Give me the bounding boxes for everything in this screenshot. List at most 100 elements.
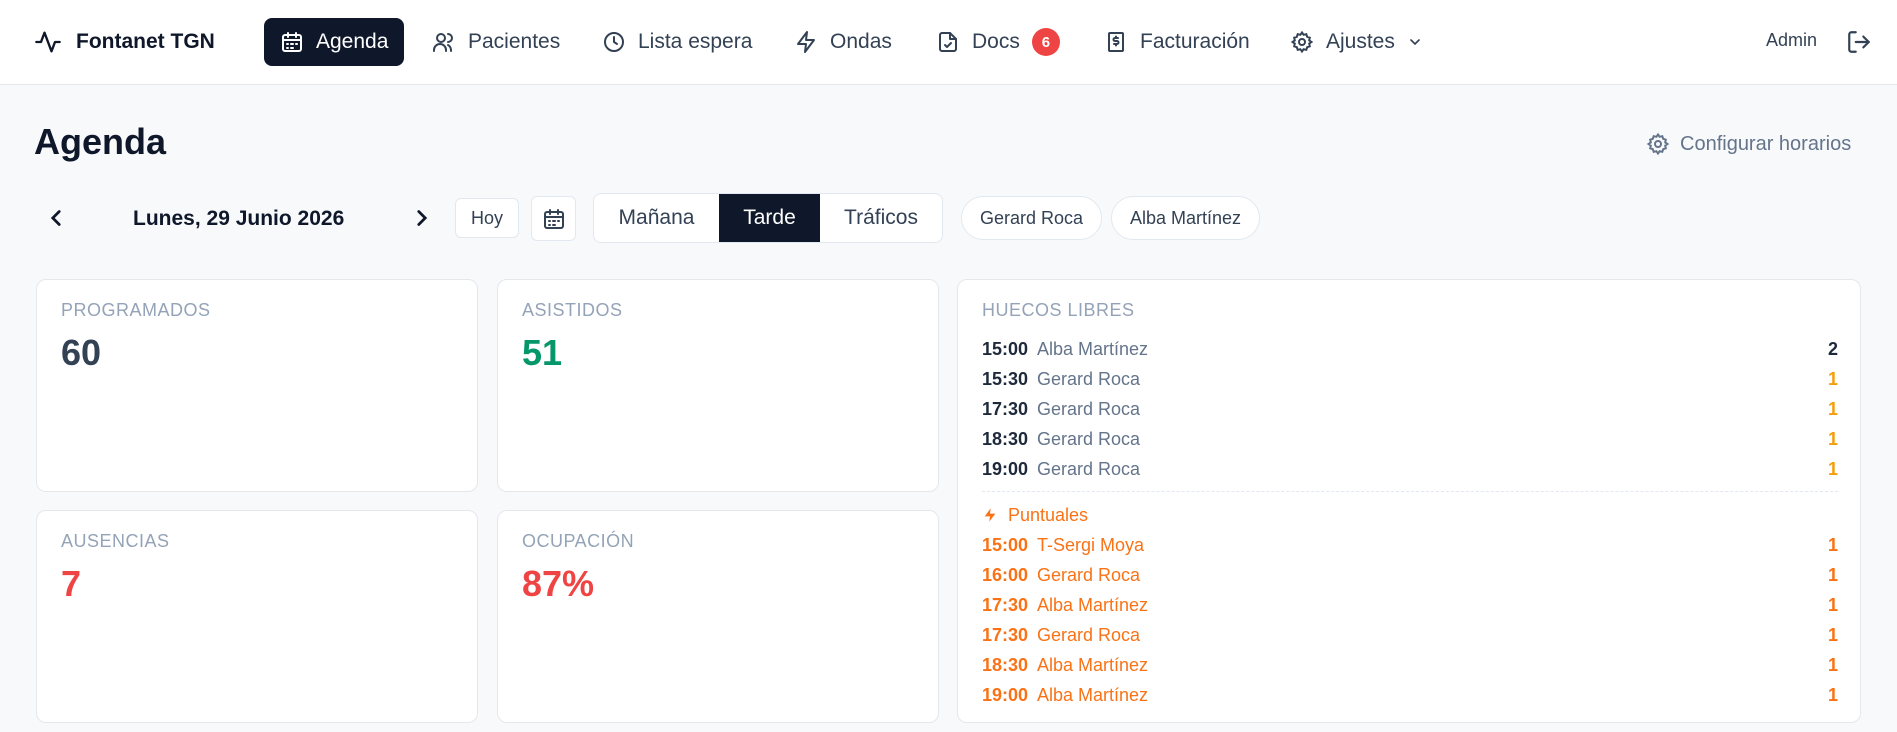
puntuales-header: Puntuales	[982, 500, 1088, 530]
slot-professional: Gerard Roca	[1037, 398, 1141, 419]
user-name[interactable]: Admin	[1766, 30, 1817, 51]
slot-professional: Alba Martínez	[1037, 594, 1149, 615]
configure-schedule-label: Configurar horarios	[1680, 132, 1852, 155]
shift-manana[interactable]: Mañana	[594, 194, 719, 242]
stat-value: 51	[522, 332, 563, 373]
users-icon	[433, 33, 453, 52]
shift-traficos[interactable]: Tráficos	[820, 194, 942, 242]
list-item[interactable]: 18:30 Alba Martínez 1	[982, 650, 1838, 680]
list-item[interactable]: 15:00 Alba Martínez 2	[982, 334, 1838, 364]
clock-icon	[604, 32, 624, 52]
calendar-icon	[282, 32, 302, 52]
shift-tarde[interactable]: Tarde	[719, 194, 820, 242]
stat-label: PROGRAMADOS	[61, 300, 211, 320]
nav-docs-label: Docs	[972, 30, 1020, 53]
brand[interactable]: Fontanet TGN	[34, 26, 215, 58]
chevron-down-icon	[1410, 39, 1420, 46]
slot-professional: Alba Martínez	[1037, 684, 1149, 705]
professional-filter-gerard-roca[interactable]: Gerard Roca	[961, 196, 1103, 240]
nav-ajustes[interactable]: Ajustes	[1274, 18, 1439, 66]
slot-time: 17:30	[982, 594, 1029, 615]
stat-label: AUSENCIAS	[61, 531, 170, 551]
date-picker-button[interactable]	[531, 196, 576, 241]
logout-icon[interactable]	[1846, 29, 1872, 55]
slot-count: 1	[1827, 654, 1838, 675]
stat-label: ASISTIDOS	[522, 300, 623, 320]
stat-value: 87%	[522, 563, 595, 604]
professional-filter-alba-martinez[interactable]: Alba Martínez	[1111, 196, 1261, 240]
slot-time: 17:30	[982, 624, 1029, 645]
free-slots-list: 15:00 Alba Martínez 2 15:30 Gerard Roca …	[982, 334, 1838, 484]
slot-time: 15:00	[982, 338, 1029, 359]
slot-time: 19:00	[982, 684, 1029, 705]
receipt-icon	[1108, 32, 1124, 52]
nav-facturacion[interactable]: Facturación	[1088, 18, 1266, 66]
today-button[interactable]: Hoy	[455, 198, 519, 238]
section-divider	[982, 491, 1838, 492]
page-title: Agenda	[34, 121, 167, 162]
nav-docs[interactable]: Docs 6	[920, 18, 1076, 66]
list-item[interactable]: 19:00 Gerard Roca 1	[982, 454, 1838, 484]
stat-card-asistidos: ASISTIDOS 51	[497, 279, 939, 492]
list-item[interactable]: 16:00 Gerard Roca 1	[982, 560, 1838, 590]
list-item[interactable]: 17:30 Gerard Roca 1	[982, 394, 1838, 424]
list-item[interactable]: 15:30 Gerard Roca 1	[982, 364, 1838, 394]
next-day-button[interactable]	[409, 205, 435, 231]
slot-professional: Gerard Roca	[1037, 428, 1141, 449]
nav-lista-espera[interactable]: Lista espera	[586, 18, 768, 66]
gear-icon	[1646, 132, 1670, 156]
nav-lista-espera-label: Lista espera	[638, 30, 753, 53]
nav-pacientes[interactable]: Pacientes	[416, 18, 576, 66]
nav-agenda-label: Agenda	[316, 30, 389, 53]
slot-count: 1	[1827, 458, 1838, 479]
nav-agenda[interactable]: Agenda	[264, 18, 405, 66]
list-item[interactable]: 17:30 Gerard Roca 1	[982, 620, 1838, 650]
nav-pacientes-label: Pacientes	[468, 30, 561, 53]
top-navigation: Fontanet TGN Agenda Pacientes Lista espe…	[0, 0, 1897, 85]
stat-card-programados: PROGRAMADOS 60	[36, 279, 478, 492]
slot-professional: Gerard Roca	[1037, 368, 1141, 389]
stat-label: OCUPACIÓN	[522, 531, 635, 551]
activity-icon	[35, 31, 61, 53]
puntuales-list: 15:00 T-Sergi Moya 1 16:00 Gerard Roca 1…	[982, 530, 1838, 710]
bolt-icon	[984, 508, 996, 522]
slot-professional: T-Sergi Moya	[1037, 534, 1145, 555]
list-item[interactable]: 15:00 T-Sergi Moya 1	[982, 530, 1838, 560]
slot-professional: Gerard Roca	[1037, 458, 1141, 479]
slot-count: 1	[1827, 594, 1838, 615]
slot-time: 18:30	[982, 428, 1029, 449]
slot-count: 1	[1827, 624, 1838, 645]
gear-icon	[1290, 30, 1314, 54]
slot-count: 2	[1827, 338, 1838, 359]
slot-count: 1	[1827, 428, 1838, 449]
bolt-icon	[797, 31, 815, 53]
slot-professional: Gerard Roca	[1037, 624, 1141, 645]
slot-count: 1	[1827, 564, 1838, 585]
configure-schedule-button[interactable]: Configurar horarios	[1646, 132, 1851, 156]
list-item[interactable]: 18:30 Gerard Roca 1	[982, 424, 1838, 454]
stat-value: 7	[61, 563, 82, 604]
file-check-icon	[939, 32, 957, 52]
list-item[interactable]: 19:00 Alba Martínez 1	[982, 680, 1838, 710]
list-item[interactable]: 17:30 Alba Martínez 1	[982, 590, 1838, 620]
previous-day-button[interactable]	[43, 205, 69, 231]
slot-time: 18:30	[982, 654, 1029, 675]
stat-card-ausencias: AUSENCIAS 7	[36, 510, 478, 723]
slot-count: 1	[1827, 684, 1838, 705]
stat-card-ocupacion: OCUPACIÓN 87%	[497, 510, 939, 723]
calendar-icon	[543, 208, 564, 229]
stat-value: 60	[61, 332, 102, 373]
current-date: Lunes, 29 Junio 2026	[133, 207, 345, 230]
brand-name: Fontanet TGN	[76, 30, 215, 53]
nav-ondas-label: Ondas	[830, 30, 892, 53]
free-slots-panel: HUECOS LIBRES 15:00 Alba Martínez 2 15:3…	[957, 279, 1861, 723]
slot-professional: Alba Martínez	[1037, 338, 1149, 359]
slot-time: 15:00	[982, 534, 1029, 555]
free-slots-title: HUECOS LIBRES	[982, 300, 1135, 320]
slot-professional: Alba Martínez	[1037, 654, 1149, 675]
nav-ondas[interactable]: Ondas	[778, 18, 908, 66]
slot-count: 1	[1827, 534, 1838, 555]
slot-count: 1	[1827, 398, 1838, 419]
docs-count-badge: 6	[1031, 28, 1060, 56]
shift-selector: Mañana Tarde Tráficos	[593, 193, 943, 243]
